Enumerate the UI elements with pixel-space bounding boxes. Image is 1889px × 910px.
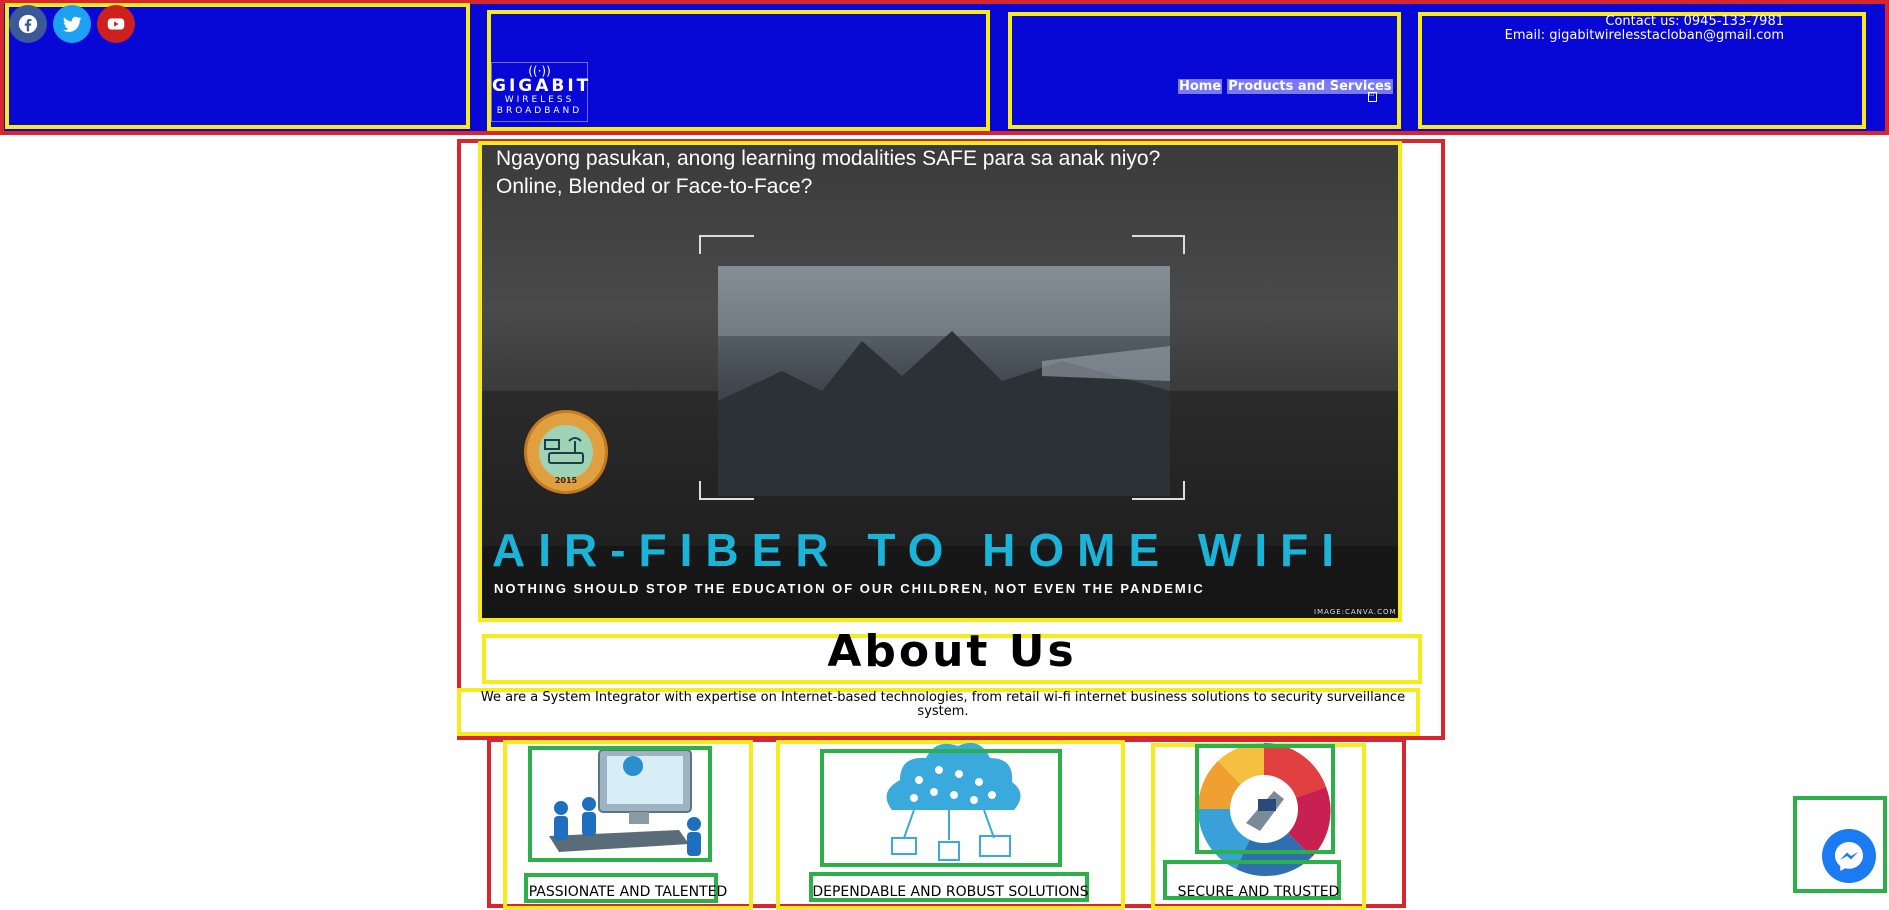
nav-home[interactable]: Home	[1178, 79, 1223, 94]
messenger-chat-button[interactable]	[1822, 829, 1876, 883]
hero-frame	[478, 141, 1402, 622]
feature-image-frame	[820, 749, 1062, 867]
contact-phone: Contact us: 0945-133-7981	[1605, 14, 1784, 29]
logo-line2: WIRELESS	[504, 95, 575, 105]
youtube-link[interactable]	[97, 5, 135, 43]
messenger-icon	[1832, 839, 1866, 873]
about-title: About Us	[827, 626, 1077, 677]
contact-info: Contact us: 0945-133-7981 Email: gigabit…	[1440, 15, 1784, 43]
nav-column	[1008, 12, 1401, 129]
social-links	[9, 5, 135, 43]
contact-email: Email: gigabitwirelesstacloban@gmail.com	[1504, 28, 1784, 43]
feature-label: PASSIONATE AND TALENTED	[528, 884, 728, 900]
feature-label: DEPENDABLE AND ROBUST SOLUTIONS	[812, 884, 1089, 900]
facebook-link[interactable]	[9, 5, 47, 43]
site-logo[interactable]: ((·)) GIGABIT WIRELESS BROADBAND	[491, 62, 588, 122]
feature-image-frame	[528, 746, 712, 862]
main-nav: Home Products and Services	[1178, 75, 1393, 94]
logo-line3: BROADBAND	[496, 106, 583, 116]
feature-image-frame	[1195, 744, 1335, 854]
youtube-icon	[105, 13, 127, 35]
broken-image-icon: ⊡	[1368, 92, 1377, 102]
twitter-icon	[61, 13, 83, 35]
feature-label: SECURE AND TRUSTED	[1177, 884, 1340, 900]
about-text: We are a System Integrator with expertis…	[480, 690, 1406, 719]
logo-brand: GIGABIT	[492, 76, 592, 96]
facebook-icon	[17, 13, 39, 35]
twitter-link[interactable]	[53, 5, 91, 43]
